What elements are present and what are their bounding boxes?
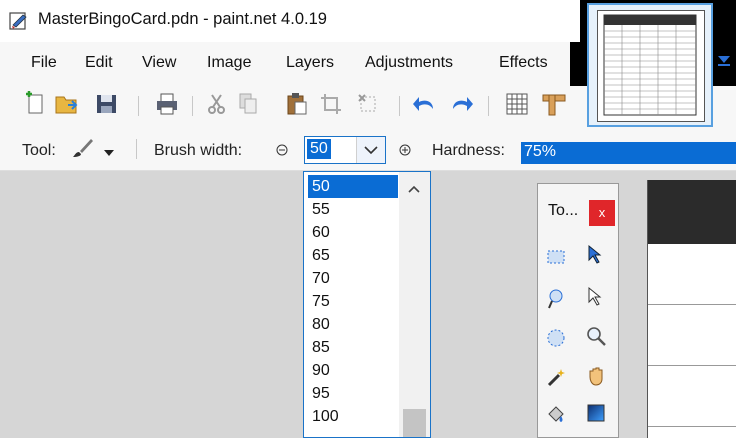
increase-brush-width-icon[interactable] bbox=[399, 143, 411, 156]
paintbrush-icon[interactable] bbox=[71, 136, 95, 160]
grid-icon[interactable] bbox=[504, 91, 530, 117]
brush-width-option[interactable]: 75 bbox=[308, 290, 398, 313]
menu-image[interactable]: Image bbox=[207, 54, 251, 72]
new-image-icon[interactable] bbox=[23, 91, 49, 117]
chevron-down-icon bbox=[364, 146, 378, 155]
menu-adjustments[interactable]: Adjustments bbox=[365, 54, 453, 72]
lasso-select-icon[interactable] bbox=[545, 288, 567, 310]
paint-bucket-icon[interactable] bbox=[545, 404, 567, 426]
hardness-input[interactable]: 75% bbox=[521, 142, 736, 164]
toolbar-separator bbox=[192, 96, 193, 116]
tool-dropdown-arrow-icon[interactable] bbox=[104, 144, 114, 156]
undo-icon[interactable] bbox=[411, 91, 437, 117]
ruler-icon[interactable] bbox=[540, 91, 566, 117]
redo-icon[interactable] bbox=[449, 91, 475, 117]
bingo-grid-line bbox=[648, 365, 736, 366]
cut-icon[interactable] bbox=[204, 91, 230, 117]
copy-icon[interactable] bbox=[235, 91, 261, 117]
open-file-icon[interactable] bbox=[54, 91, 80, 117]
gradient-icon[interactable] bbox=[585, 402, 607, 424]
deselect-icon[interactable] bbox=[355, 91, 381, 117]
print-icon[interactable] bbox=[154, 91, 180, 117]
brush-width-option[interactable]: 50 bbox=[308, 175, 398, 198]
move-selected-pixels-icon[interactable] bbox=[585, 244, 607, 266]
menu-file[interactable]: File bbox=[31, 54, 57, 72]
brush-width-option[interactable]: 80 bbox=[308, 313, 398, 336]
title-bar: MasterBingoCard.pdn - paint.net 4.0.19 bbox=[0, 0, 580, 42]
toolbar-separator bbox=[399, 96, 400, 116]
bingo-card-header bbox=[648, 180, 736, 244]
rectangle-select-icon[interactable] bbox=[545, 246, 567, 268]
menu-bar: File Edit View Image Layers Adjustments … bbox=[0, 42, 570, 87]
menu-effects[interactable]: Effects bbox=[499, 54, 548, 72]
tools-window: To... x bbox=[537, 183, 619, 438]
dropdown-scroll-thumb[interactable] bbox=[403, 409, 426, 437]
brush-width-option[interactable]: 60 bbox=[308, 221, 398, 244]
brush-width-combobox[interactable]: 50 bbox=[304, 136, 386, 164]
brush-width-option[interactable]: 70 bbox=[308, 267, 398, 290]
bingo-grid-line bbox=[648, 426, 736, 427]
brush-width-label: Brush width: bbox=[154, 142, 243, 159]
brush-width-option[interactable]: 100 bbox=[308, 405, 398, 428]
hardness-label: Hardness: bbox=[432, 142, 505, 159]
toolbar-separator bbox=[488, 96, 489, 116]
brush-width-value[interactable]: 50 bbox=[307, 139, 331, 159]
zoom-icon[interactable] bbox=[585, 325, 607, 347]
brush-width-dropdown-list: 50 55 60 65 70 75 80 85 90 95 100 bbox=[303, 171, 431, 438]
bingo-card-thumbnail bbox=[597, 10, 705, 122]
dropdown-scrollbar[interactable] bbox=[399, 172, 430, 437]
paste-icon[interactable] bbox=[284, 91, 310, 117]
toolbar-separator bbox=[138, 96, 139, 116]
tool-label: Tool: bbox=[22, 142, 56, 159]
magic-wand-icon[interactable] bbox=[545, 367, 567, 389]
tools-close-button[interactable]: x bbox=[589, 200, 615, 226]
pan-icon[interactable] bbox=[585, 365, 607, 387]
brush-width-option[interactable]: 90 bbox=[308, 359, 398, 382]
window-title: MasterBingoCard.pdn - paint.net 4.0.19 bbox=[38, 10, 327, 28]
bingo-grid-line bbox=[648, 304, 736, 305]
ellipse-select-icon[interactable] bbox=[545, 327, 567, 349]
save-icon[interactable] bbox=[94, 91, 120, 117]
decrease-brush-width-icon[interactable] bbox=[276, 143, 288, 156]
options-separator bbox=[136, 139, 137, 159]
brush-width-dropdown-button[interactable] bbox=[356, 137, 385, 163]
menu-layers[interactable]: Layers bbox=[286, 54, 334, 72]
paint-net-window: MasterBingoCard.pdn - paint.net 4.0.19 F… bbox=[0, 0, 736, 438]
brush-width-option[interactable]: 55 bbox=[308, 198, 398, 221]
brush-width-option[interactable]: 85 bbox=[308, 336, 398, 359]
paint-net-app-icon bbox=[9, 11, 29, 31]
menu-view[interactable]: View bbox=[142, 54, 176, 72]
image-thumbnail-tab[interactable] bbox=[587, 3, 713, 127]
brush-width-option[interactable]: 65 bbox=[308, 244, 398, 267]
document-canvas[interactable] bbox=[647, 180, 736, 438]
scroll-up-icon[interactable] bbox=[408, 180, 420, 193]
menu-edit[interactable]: Edit bbox=[85, 54, 113, 72]
crop-to-selection-icon[interactable] bbox=[318, 91, 344, 117]
brush-width-option[interactable]: 95 bbox=[308, 382, 398, 405]
image-list-dropdown-icon[interactable] bbox=[715, 52, 733, 70]
hardness-value[interactable]: 75% bbox=[524, 143, 556, 161]
move-selection-icon[interactable] bbox=[585, 286, 607, 308]
tools-window-title: To... bbox=[548, 202, 579, 219]
